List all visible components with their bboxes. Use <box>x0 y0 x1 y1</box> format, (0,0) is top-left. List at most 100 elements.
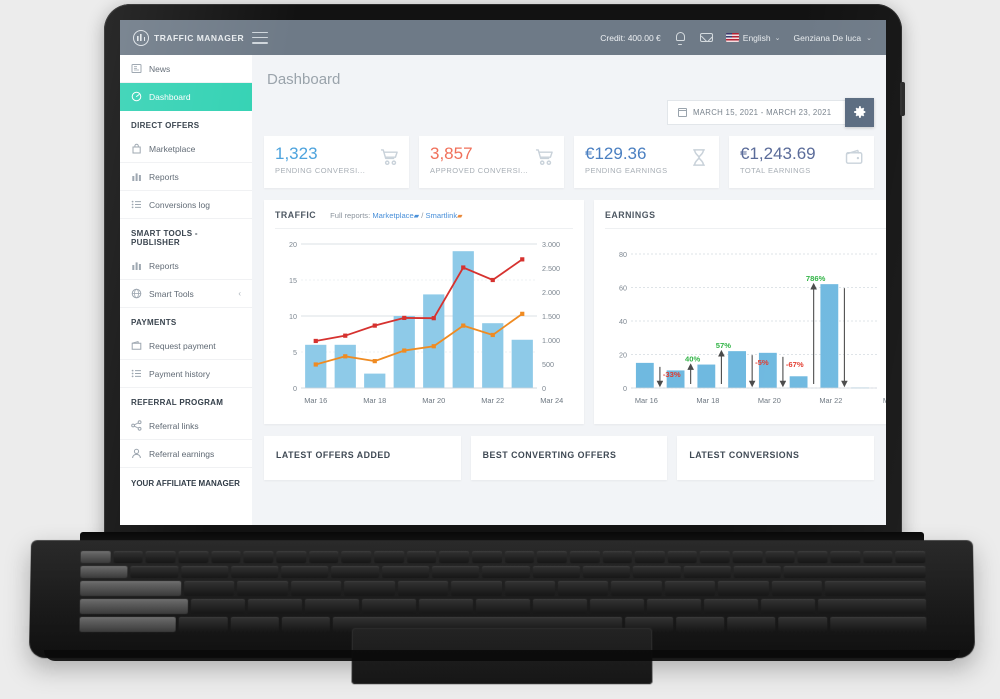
keyboard-key[interactable] <box>281 566 329 579</box>
device-side-button[interactable] <box>900 82 905 116</box>
keyboard-key[interactable] <box>557 581 609 597</box>
keyboard-key[interactable] <box>771 581 823 597</box>
keyboard-key[interactable] <box>664 581 716 597</box>
keyboard-key[interactable] <box>482 566 530 579</box>
keyboard-key[interactable] <box>79 599 188 614</box>
keyboard-key[interactable] <box>361 599 416 614</box>
keyboard-key[interactable] <box>818 599 927 614</box>
keyboard-key[interactable] <box>276 551 306 564</box>
keyboard-key[interactable] <box>895 551 926 564</box>
smartlink-report-link[interactable]: Smartlink <box>425 211 457 220</box>
keyboard-key[interactable] <box>243 551 274 564</box>
keyboard-key[interactable] <box>290 581 342 597</box>
settings-button[interactable] <box>845 97 874 127</box>
keyboard-key[interactable] <box>381 566 430 579</box>
keyboard-key[interactable] <box>180 566 229 579</box>
keyboard-key[interactable] <box>247 599 302 614</box>
hamburger-icon[interactable] <box>252 31 268 44</box>
sidebar-item-dashboard[interactable]: Dashboard <box>120 83 252 111</box>
keyboard-key[interactable] <box>830 551 861 564</box>
keyboard-key[interactable] <box>183 581 235 597</box>
language-selector[interactable]: English ⌄ <box>725 33 781 43</box>
keyboard-key[interactable] <box>727 617 776 633</box>
keyboard-key[interactable] <box>304 599 359 614</box>
keyboard-key[interactable] <box>633 566 681 579</box>
keyboard-key[interactable] <box>237 581 288 597</box>
keyboard-key[interactable] <box>344 581 395 597</box>
keyboard-key[interactable] <box>569 551 600 564</box>
keyboard-key[interactable] <box>308 551 339 564</box>
keyboard-key[interactable] <box>700 551 730 564</box>
keyboard-key[interactable] <box>80 551 111 564</box>
keyboard-key[interactable] <box>824 581 926 597</box>
traffic-chart[interactable]: 20 15 10 5 0 0 500 1.000 1.500 2.000 2.500 3.000 Mar… <box>275 236 573 416</box>
keyboard-key[interactable] <box>471 551 502 564</box>
keyboard-key[interactable] <box>504 581 555 597</box>
keyboard-key[interactable] <box>178 551 209 564</box>
keyboard-key[interactable] <box>761 599 816 614</box>
envelope-icon[interactable] <box>699 31 713 44</box>
keyboard-key[interactable] <box>341 551 372 564</box>
keyboard-key[interactable] <box>397 581 449 597</box>
keyboard-key[interactable] <box>439 551 469 564</box>
keyboard-key[interactable] <box>676 617 725 633</box>
keyboard-key[interactable] <box>113 551 143 564</box>
keyboard-key[interactable] <box>432 566 480 579</box>
keyboard-key[interactable] <box>80 566 128 579</box>
bell-icon[interactable] <box>674 31 687 44</box>
keyboard-key[interactable] <box>732 551 763 564</box>
keyboard-key[interactable] <box>504 551 535 564</box>
brand[interactable]: TRAFFIC MANAGER <box>120 29 252 46</box>
keyboard-key[interactable] <box>704 599 759 614</box>
stat-card[interactable]: 1,323 PENDING CONVERSI... <box>264 136 409 188</box>
keyboard-key[interactable] <box>145 551 176 564</box>
keyboard-key[interactable] <box>718 581 769 597</box>
sidebar-item-request-payment[interactable]: Request payment <box>120 332 252 360</box>
keyboard-key[interactable] <box>797 551 828 564</box>
keyboard-key[interactable] <box>331 566 379 579</box>
keyboard-key[interactable] <box>281 617 330 633</box>
stat-card[interactable]: 3,857 APPROVED CONVERSI... <box>419 136 564 188</box>
keyboard-keys[interactable] <box>79 551 927 633</box>
keyboard-key[interactable] <box>778 617 828 633</box>
keyboard-key[interactable] <box>733 566 781 579</box>
keyboard-key[interactable] <box>602 551 632 564</box>
keyboard-key[interactable] <box>79 617 177 633</box>
sidebar-item-referral-earnings[interactable]: Referral earnings <box>120 440 252 468</box>
keyboard-key[interactable] <box>532 566 580 579</box>
keyboard-key[interactable] <box>863 551 893 564</box>
date-range-picker[interactable]: MARCH 15, 2021 - MARCH 23, 2021 <box>667 99 849 125</box>
keyboard-key[interactable] <box>783 566 926 579</box>
keyboard-key[interactable] <box>611 581 662 597</box>
sidebar-item-conversions-log[interactable]: Conversions log <box>120 191 252 219</box>
keyboard-key[interactable] <box>211 551 241 564</box>
keyboard-key[interactable] <box>190 599 245 614</box>
user-menu[interactable]: Genziana De luca ⌄ <box>794 33 872 43</box>
keyboard-key[interactable] <box>418 599 473 614</box>
keyboard-key[interactable] <box>667 551 698 564</box>
sidebar-item-payment-history[interactable]: Payment history <box>120 360 252 388</box>
keyboard-key[interactable] <box>178 617 228 633</box>
keyboard-key[interactable] <box>647 599 702 614</box>
marketplace-report-link[interactable]: Marketplace <box>372 211 413 220</box>
keyboard-key[interactable] <box>451 581 502 597</box>
keyboard-key[interactable] <box>80 581 182 597</box>
sidebar-item-reports[interactable]: Reports <box>120 252 252 280</box>
keyboard-key[interactable] <box>683 566 731 579</box>
keyboard-key[interactable] <box>634 551 665 564</box>
keyboard-key[interactable] <box>374 551 404 564</box>
keyboard-key[interactable] <box>230 617 279 633</box>
keyboard-key[interactable] <box>537 551 567 564</box>
keyboard-key[interactable] <box>130 566 179 579</box>
keyboard-key[interactable] <box>765 551 796 564</box>
keyboard-key[interactable] <box>475 599 531 614</box>
sidebar-item-news[interactable]: News <box>120 55 252 83</box>
keyboard-key[interactable] <box>582 566 631 579</box>
keyboard-key[interactable] <box>406 551 437 564</box>
keyboard-key[interactable] <box>590 599 645 614</box>
stat-card[interactable]: €1,243.69 TOTAL EARNINGS <box>729 136 874 188</box>
sidebar-item-reports[interactable]: Reports <box>120 163 252 191</box>
stat-card[interactable]: €129.36 PENDING EARNINGS <box>574 136 719 188</box>
keyboard-key[interactable] <box>533 599 588 614</box>
sidebar-item-referral-links[interactable]: Referral links <box>120 412 252 440</box>
